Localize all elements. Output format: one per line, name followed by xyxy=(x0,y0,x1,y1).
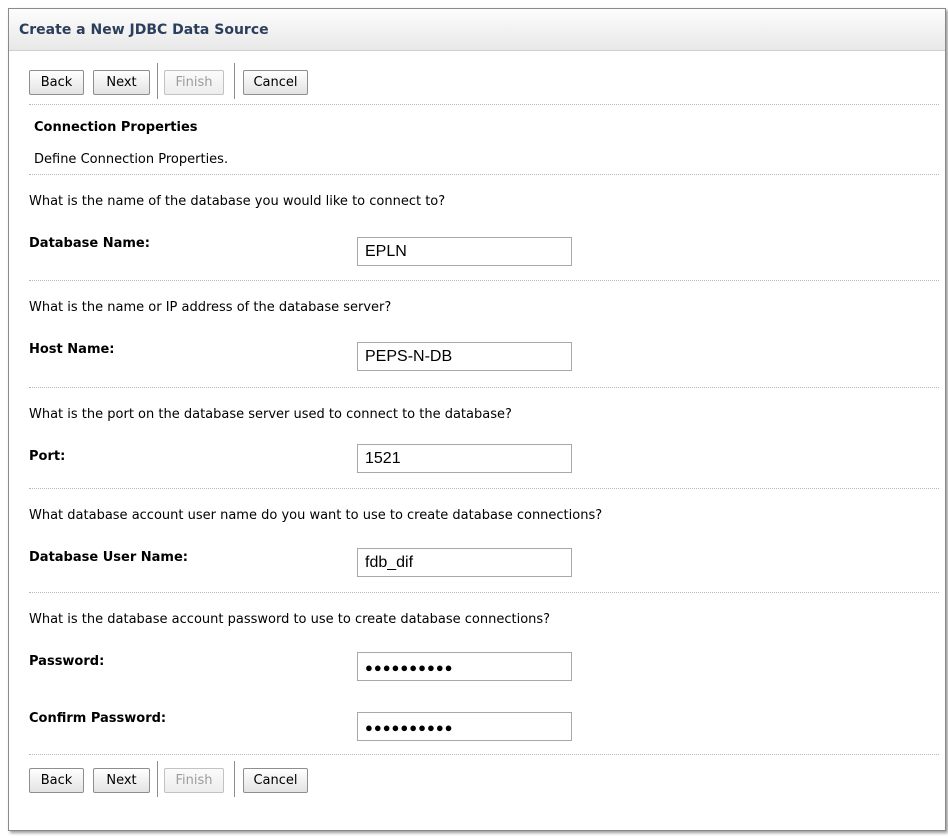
divider xyxy=(29,174,939,175)
button-separator xyxy=(157,761,158,797)
confirm-password-field[interactable]: ●●●●●●●●●● xyxy=(357,712,572,741)
divider xyxy=(29,488,939,489)
divider xyxy=(29,754,939,755)
divider xyxy=(29,104,939,105)
section-description: Define Connection Properties. xyxy=(34,152,229,167)
button-separator xyxy=(234,63,235,99)
cancel-button[interactable]: Cancel xyxy=(243,768,308,793)
jdbc-wizard-panel: Create a New JDBC Data Source Back Next … xyxy=(8,8,946,831)
next-button[interactable]: Next xyxy=(93,768,150,793)
db-user-question: What database account user name do you w… xyxy=(29,508,603,523)
panel-title: Create a New JDBC Data Source xyxy=(19,22,269,38)
next-button[interactable]: Next xyxy=(93,70,150,95)
divider xyxy=(29,387,939,388)
top-button-bar: Back Next Finish Cancel xyxy=(29,63,939,99)
port-question: What is the port on the database server … xyxy=(29,407,512,422)
divider xyxy=(29,592,939,593)
port-label: Port: xyxy=(29,449,66,464)
bottom-button-bar: Back Next Finish Cancel xyxy=(29,761,939,797)
finish-button[interactable]: Finish xyxy=(164,768,224,793)
confirm-password-label: Confirm Password: xyxy=(29,711,167,726)
cancel-button[interactable]: Cancel xyxy=(243,70,308,95)
database-name-field[interactable]: EPLN xyxy=(357,237,572,266)
database-name-question: What is the name of the database you wou… xyxy=(29,194,446,209)
button-separator xyxy=(234,761,235,797)
finish-button[interactable]: Finish xyxy=(164,70,224,95)
panel-titlebar: Create a New JDBC Data Source xyxy=(9,9,945,51)
database-name-label: Database Name: xyxy=(29,236,150,251)
button-separator xyxy=(157,63,158,99)
divider xyxy=(29,280,939,281)
host-name-question: What is the name or IP address of the da… xyxy=(29,300,392,315)
back-button[interactable]: Back xyxy=(29,70,84,95)
db-user-field[interactable]: fdb_dif xyxy=(357,548,572,577)
password-question: What is the database account password to… xyxy=(29,612,551,627)
db-user-label: Database User Name: xyxy=(29,550,188,565)
host-name-field[interactable]: PEPS-N-DB xyxy=(357,342,572,371)
port-field[interactable]: 1521 xyxy=(357,444,572,473)
host-name-label: Host Name: xyxy=(29,342,115,357)
password-field[interactable]: ●●●●●●●●●● xyxy=(357,652,572,681)
back-button[interactable]: Back xyxy=(29,768,84,793)
password-label: Password: xyxy=(29,654,105,669)
section-heading: Connection Properties xyxy=(34,120,198,135)
